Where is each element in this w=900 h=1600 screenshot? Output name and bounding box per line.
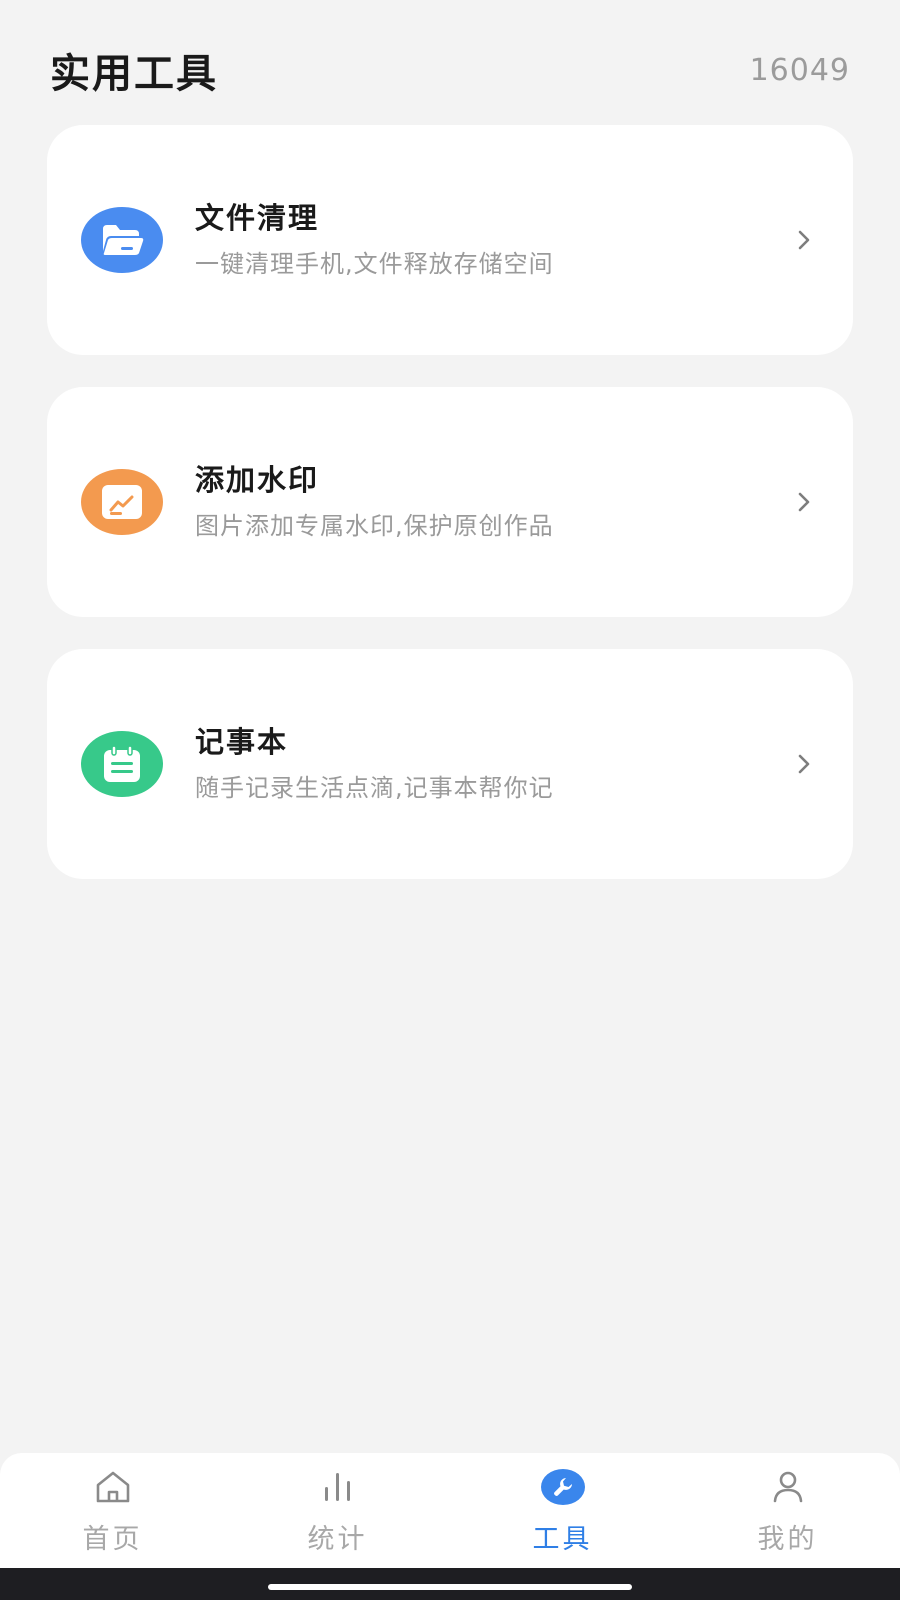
chevron-right-icon <box>789 225 819 255</box>
wrench-icon <box>540 1465 585 1509</box>
folder-icon <box>81 207 163 273</box>
notepad-icon <box>81 731 163 797</box>
chevron-right-icon <box>789 749 819 779</box>
tool-card-watermark[interactable]: 添加水印 图片添加专属水印,保护原创作品 <box>47 387 853 617</box>
nav-label: 工具 <box>532 1524 593 1555</box>
chevron-right-icon <box>789 487 819 517</box>
nav-item-home[interactable]: 首页 <box>0 1453 225 1568</box>
home-icon <box>93 1465 133 1509</box>
tool-description: 图片添加专属水印,保护原创作品 <box>195 512 554 540</box>
home-indicator[interactable] <box>268 1584 632 1590</box>
tool-title: 记事本 <box>195 725 289 759</box>
nav-item-stats[interactable]: 统计 <box>225 1453 450 1568</box>
tool-description: 一键清理手机,文件释放存储空间 <box>195 250 554 278</box>
tool-card-text: 添加水印 图片添加专属水印,保护原创作品 <box>195 460 789 544</box>
nav-item-tools[interactable]: 工具 <box>450 1453 675 1568</box>
nav-label: 我的 <box>757 1524 818 1555</box>
tool-card-text: 文件清理 一键清理手机,文件释放存储空间 <box>195 198 789 282</box>
image-icon <box>81 469 163 535</box>
tool-description: 随手记录生活点滴,记事本帮你记 <box>195 774 554 802</box>
user-icon <box>770 1465 806 1509</box>
counter-text: 16049 <box>749 52 850 88</box>
bar-chart-icon <box>320 1465 356 1509</box>
nav-label: 首页 <box>82 1524 143 1555</box>
page-header: 实用工具 16049 <box>50 40 850 100</box>
system-gesture-bar <box>0 1568 900 1600</box>
bottom-navigation: 首页 统计 工具 我的 <box>0 1453 900 1568</box>
active-tab-badge <box>540 1469 585 1505</box>
tool-title: 文件清理 <box>195 201 320 235</box>
page-title: 实用工具 <box>50 51 218 97</box>
tool-card-file-cleanup[interactable]: 文件清理 一键清理手机,文件释放存储空间 <box>47 125 853 355</box>
tool-card-notepad[interactable]: 记事本 随手记录生活点滴,记事本帮你记 <box>47 649 853 879</box>
nav-item-profile[interactable]: 我的 <box>675 1453 900 1568</box>
tool-card-text: 记事本 随手记录生活点滴,记事本帮你记 <box>195 722 789 806</box>
tool-title: 添加水印 <box>195 463 320 497</box>
nav-label: 统计 <box>307 1524 368 1555</box>
